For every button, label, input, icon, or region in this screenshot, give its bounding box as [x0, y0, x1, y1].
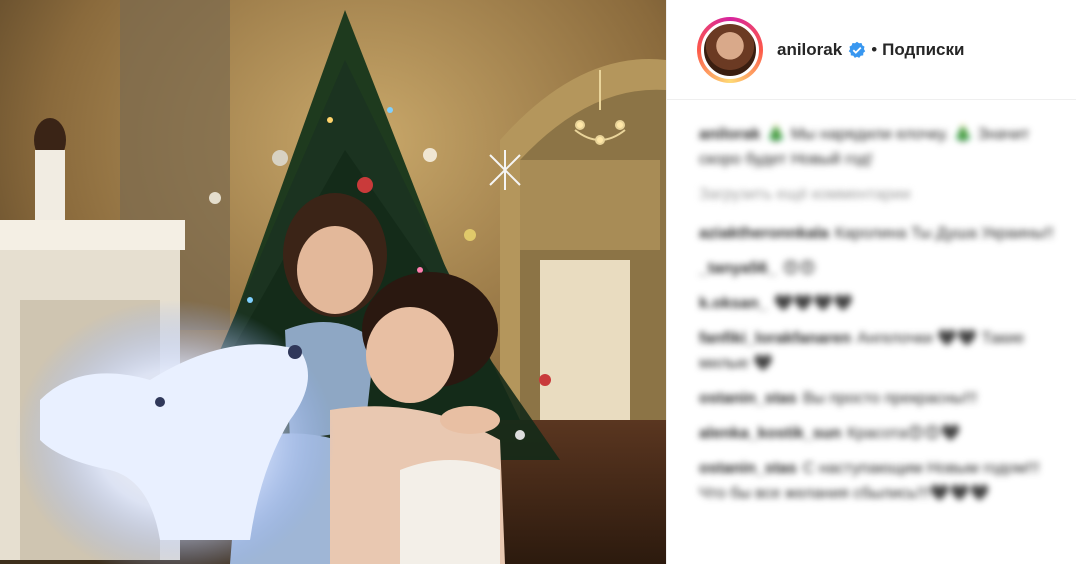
comment-user[interactable]: alenka_kostik_sun	[699, 425, 841, 442]
comment-text: 😍😍	[782, 260, 816, 277]
avatar[interactable]	[701, 20, 759, 79]
post-side-panel: anilorak • Подписки anilorak 🎄 Мы нарядил…	[666, 0, 1076, 564]
comment-user[interactable]: _tanya56_	[699, 260, 776, 277]
comment-text: 🖤🖤🖤🖤	[773, 295, 854, 312]
comment-user[interactable]: ostanin_stas	[699, 390, 797, 407]
comment-item: k.oksan_ 🖤🖤🖤🖤	[699, 291, 1067, 316]
comment-user[interactable]: aziaktheronnkala	[699, 225, 829, 242]
comment-item: ostanin_stas С наступающим Новым годом!!!…	[699, 456, 1067, 506]
verified-badge-icon	[849, 41, 866, 58]
caption-author[interactable]: anilorak	[699, 126, 760, 143]
comment-item: _tanya56_ 😍😍	[699, 256, 1067, 281]
load-more-comments-button[interactable]: Загрузить ещё комментарии	[699, 182, 1067, 207]
comment-item: fanfiki_lorakfanaren Ангелочки 🖤🖤 Такие м…	[699, 326, 1067, 376]
comment-user[interactable]: fanfiki_lorakfanaren	[699, 330, 851, 347]
comment-item: aziaktheronnkala Каролина Ты Душа Украины…	[699, 221, 1067, 246]
comment-text: Каролина Ты Душа Украины!!	[834, 225, 1054, 242]
comment-text: Красота😍😍🖤	[847, 425, 961, 442]
post-header: anilorak • Подписки	[667, 0, 1076, 100]
following-button[interactable]: Подписки	[882, 40, 964, 60]
comment-item: ostanin_stas Вы просто прекрасны!!!	[699, 386, 1067, 411]
comment-user[interactable]: k.oksan_	[699, 295, 767, 312]
story-ring[interactable]	[697, 16, 763, 83]
post-photo[interactable]	[0, 0, 666, 564]
christmas-photo	[0, 0, 666, 564]
caption: anilorak 🎄 Мы нарядили елочку. 🎄 Значит с…	[699, 122, 1067, 172]
comment-text: Вы просто прекрасны!!!	[802, 390, 978, 407]
instagram-post: anilorak • Подписки anilorak 🎄 Мы нарядил…	[0, 0, 1076, 564]
comment-user[interactable]: ostanin_stas	[699, 460, 797, 477]
comment-item: alenka_kostik_sun Красота😍😍🖤	[699, 421, 1067, 446]
username-link[interactable]: anilorak	[777, 40, 842, 60]
comments-list: anilorak 🎄 Мы нарядили елочку. 🎄 Значит с…	[667, 100, 1067, 506]
separator-dot: •	[871, 39, 878, 59]
